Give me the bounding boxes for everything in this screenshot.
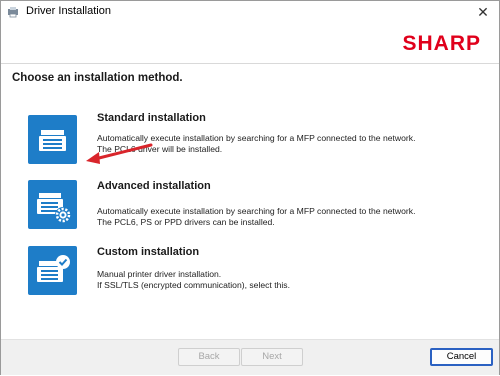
printer-check-icon: [37, 255, 70, 282]
standard-desc-line2: The PCL6 driver will be installed.: [97, 144, 223, 154]
title-bar: Driver Installation ✕: [1, 1, 499, 23]
advanced-installation-button[interactable]: [28, 180, 77, 229]
close-button[interactable]: ✕: [473, 3, 493, 21]
advanced-installation-option[interactable]: Advanced installation Automatically exec…: [1, 174, 499, 236]
printer-gear-icon: [37, 193, 71, 223]
back-button[interactable]: Back: [178, 348, 240, 366]
advanced-installation-title: Advanced installation: [97, 180, 211, 192]
custom-installation-option[interactable]: Custom installation Manual printer drive…: [1, 241, 499, 303]
custom-desc-line2: If SSL/TLS (encrypted communication), se…: [97, 280, 290, 290]
standard-installation-description: Automatically execute installation by se…: [97, 133, 477, 155]
sharp-logo: SHARP: [402, 32, 481, 55]
advanced-desc-line1: Automatically execute installation by se…: [97, 206, 416, 216]
printer-icon: [39, 130, 66, 151]
window-title: Driver Installation: [26, 5, 111, 17]
installer-app-icon: [8, 7, 18, 18]
custom-desc-line1: Manual printer driver installation.: [97, 269, 222, 279]
installer-window: Driver Installation ✕ SHARP Choose an in…: [0, 0, 500, 375]
page-heading: Choose an installation method.: [12, 72, 183, 84]
advanced-installation-description: Automatically execute installation by se…: [97, 206, 477, 228]
custom-installation-title: Custom installation: [97, 246, 200, 258]
custom-installation-button[interactable]: [28, 246, 77, 295]
standard-installation-option[interactable]: Standard installation Automatically exec…: [1, 107, 499, 169]
header-divider: [1, 63, 499, 64]
next-button[interactable]: Next: [241, 348, 303, 366]
cancel-button[interactable]: Cancel: [430, 348, 493, 366]
advanced-desc-line2: The PCL6, PS or PPD drivers can be insta…: [97, 217, 275, 227]
standard-installation-button[interactable]: [28, 115, 77, 164]
custom-installation-description: Manual printer driver installation. If S…: [97, 269, 477, 291]
standard-desc-line1: Automatically execute installation by se…: [97, 133, 416, 143]
standard-installation-title: Standard installation: [97, 112, 206, 124]
